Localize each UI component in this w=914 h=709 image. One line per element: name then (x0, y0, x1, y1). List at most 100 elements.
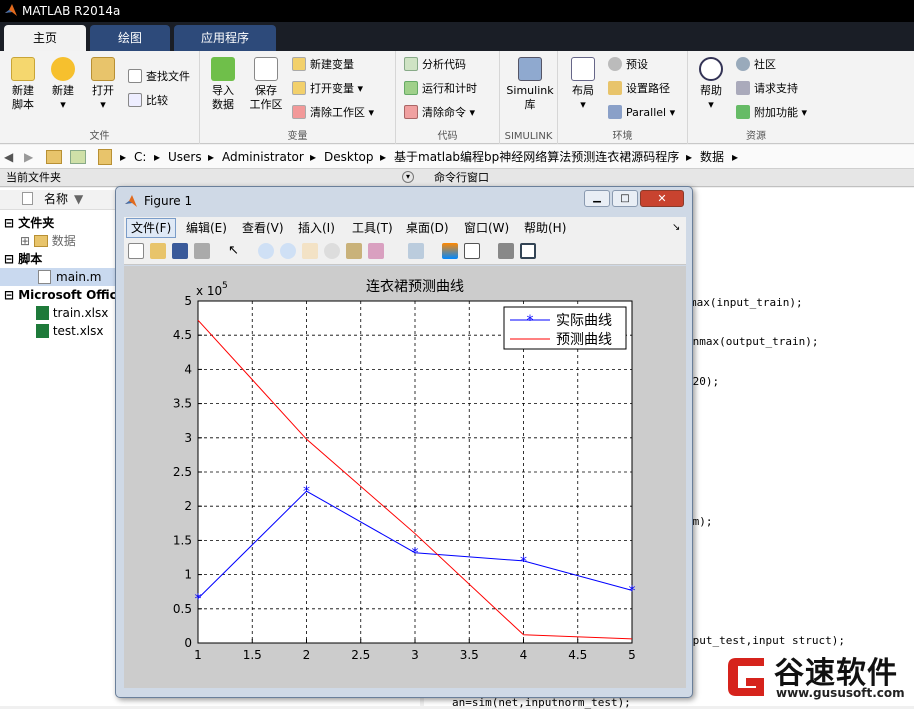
breadcrumb-administrator[interactable]: Administrator (222, 145, 304, 169)
code-line: max(input_train); (690, 296, 803, 309)
browse-folder-icon[interactable] (70, 150, 86, 164)
colorbar-icon[interactable] (442, 243, 458, 259)
new-script-button[interactable]: 新建 脚本 (4, 57, 42, 112)
office-section[interactable]: ⊟ Microsoft Office (4, 286, 125, 304)
add-ons-button[interactable]: 附加功能 ▾ (736, 103, 807, 123)
legend-label: 实际曲线 (556, 313, 612, 329)
ribbon-group-code: 分析代码 运行和计时 清除命令 ▾ 代码 (396, 51, 500, 144)
layout-button[interactable]: 布局 ▾ (564, 57, 602, 112)
find-files-button[interactable]: 查找文件 (128, 67, 190, 87)
forward-icon[interactable]: ▶ (24, 145, 33, 169)
folder-data-item[interactable]: ⊞ 数据 (20, 232, 76, 250)
set-path-button[interactable]: 设置路径 (608, 79, 670, 99)
menu-edit[interactable]: 编辑(E) (186, 217, 227, 239)
open-variable-icon (292, 81, 306, 95)
simulink-library-button[interactable]: Simulink 库 (504, 57, 556, 112)
figure-toolbar: ↖ (124, 239, 686, 265)
compare-button[interactable]: 比较 (128, 91, 168, 111)
save-workspace-button[interactable]: 保存 工作区 (246, 57, 286, 112)
x-tick-label: 5 (628, 648, 636, 662)
close-button[interactable]: ✕ (640, 190, 684, 207)
x-tick-label: 1 (194, 648, 202, 662)
maximize-button[interactable]: □ (612, 190, 638, 207)
community-button[interactable]: 社区 (736, 55, 776, 75)
minimize-button[interactable]: ▁ (584, 190, 610, 207)
menu-file[interactable]: 文件(F) (126, 218, 177, 238)
figure-canvas: 1 1.5 2 2.5 3 3.5 4 4.5 5 0 0.5 1 1.5 2 2.5 3 3.5 4 4.5 5 连衣… (124, 266, 686, 688)
preferences-button[interactable]: 预设 (608, 55, 648, 75)
y-tick-label: 3 (184, 431, 192, 445)
pan-icon[interactable] (302, 243, 318, 259)
menu-desktop[interactable]: 桌面(D) (406, 217, 449, 239)
menu-tools[interactable]: 工具(T) (352, 217, 393, 239)
file-main-m[interactable]: main.m (0, 268, 116, 286)
new-figure-icon[interactable] (128, 243, 144, 259)
hide-tools-icon[interactable] (498, 243, 514, 259)
breadcrumb-users[interactable]: Users (168, 145, 202, 169)
current-folder-header: 当前文件夹 (6, 171, 61, 184)
code-line: inmax(output_train); (686, 335, 819, 348)
link-plot-icon[interactable] (408, 243, 424, 259)
clear-commands-button[interactable]: 清除命令 ▾ (404, 103, 475, 123)
figure-titlebar[interactable]: Figure 1 ▁ □ ✕ (116, 187, 692, 215)
file-train-xlsx[interactable]: train.xlsx (36, 304, 108, 322)
parallel-button[interactable]: Parallel ▾ (608, 103, 675, 123)
zoom-in-icon[interactable] (258, 243, 274, 259)
scripts-section[interactable]: ⊟ 脚本 (4, 250, 42, 268)
rotate-icon[interactable] (324, 243, 340, 259)
tab-apps[interactable]: 应用程序 (174, 25, 276, 51)
zoom-out-icon[interactable] (280, 243, 296, 259)
open-button[interactable]: 打开 ▾ (84, 57, 122, 112)
clear-commands-icon (404, 105, 418, 119)
tab-plots[interactable]: 绘图 (90, 25, 170, 51)
legend-icon[interactable] (464, 243, 480, 259)
y-tick-label: 4.5 (173, 328, 192, 342)
menu-help[interactable]: 帮助(H) (524, 217, 566, 239)
folder-icon (98, 149, 112, 165)
run-and-time-button[interactable]: 运行和计时 (404, 79, 477, 99)
breadcrumb-desktop[interactable]: Desktop (324, 145, 374, 169)
menu-window[interactable]: 窗口(W) (464, 217, 509, 239)
breadcrumb-project[interactable]: 基于matlab编程bp神经网络算法预测连衣裙源码程序 (394, 145, 679, 169)
folder-icon (91, 57, 115, 81)
file-group-label: 文件 (89, 131, 110, 142)
resources-group-label: 资源 (746, 131, 766, 142)
address-bar: ◀ ▶ ▸ C: ▸ Users ▸ Administrator ▸ Deskt… (0, 145, 914, 169)
open-variable-button[interactable]: 打开变量 ▾ (292, 79, 363, 99)
help-button[interactable]: 帮助 ▾ (692, 57, 730, 112)
find-files-icon (128, 69, 142, 83)
breadcrumb-data[interactable]: 数据 (700, 145, 724, 169)
name-column-header[interactable]: 名称 ▼ (0, 190, 116, 210)
request-support-button[interactable]: 请求支持 (736, 79, 798, 99)
import-data-button[interactable]: 导入 数据 (204, 57, 242, 112)
breadcrumb-drive[interactable]: C: (134, 145, 146, 169)
open-file-icon[interactable] (150, 243, 166, 259)
pointer-icon[interactable]: ↖ (228, 243, 244, 259)
panel-options-icon[interactable]: ▾ (402, 171, 414, 183)
analyze-code-button[interactable]: 分析代码 (404, 55, 466, 75)
y-exponent: 5 (222, 281, 228, 291)
up-folder-icon[interactable] (46, 150, 62, 164)
print-icon[interactable] (194, 243, 210, 259)
file-test-xlsx[interactable]: test.xlsx (36, 322, 103, 340)
clear-workspace-button[interactable]: 清除工作区 ▾ (292, 103, 374, 123)
figure-window[interactable]: Figure 1 ▁ □ ✕ 文件(F) 编辑(E) 查看(V) 插入(I) 工… (115, 186, 693, 698)
legend-label: 预测曲线 (556, 332, 612, 348)
ribbon: 新建 脚本 新建 ▾ 打开 ▾ 查找文件 比较 文件 导入 数据 保存 工作区 新建… (0, 51, 914, 144)
panel-headers: 当前文件夹 ▾ 命令行窗口 (0, 169, 914, 187)
menu-insert[interactable]: 插入(I) (298, 217, 335, 239)
save-icon[interactable] (172, 243, 188, 259)
tab-home[interactable]: 主页 (4, 25, 86, 51)
new-variable-button[interactable]: 新建变量 (292, 55, 354, 75)
data-cursor-icon[interactable] (346, 243, 362, 259)
back-icon[interactable]: ◀ (4, 145, 13, 169)
show-tools-icon[interactable] (520, 243, 536, 259)
request-support-icon (736, 81, 750, 95)
x-tick-label: 3.5 (460, 648, 479, 662)
dock-icon[interactable]: ↘ (672, 217, 680, 239)
new-button[interactable]: 新建 ▾ (44, 57, 82, 112)
menu-view[interactable]: 查看(V) (242, 217, 284, 239)
x-tick-label: 4.5 (568, 648, 587, 662)
folders-section[interactable]: ⊟ 文件夹 (4, 214, 54, 232)
brush-icon[interactable] (368, 243, 384, 259)
